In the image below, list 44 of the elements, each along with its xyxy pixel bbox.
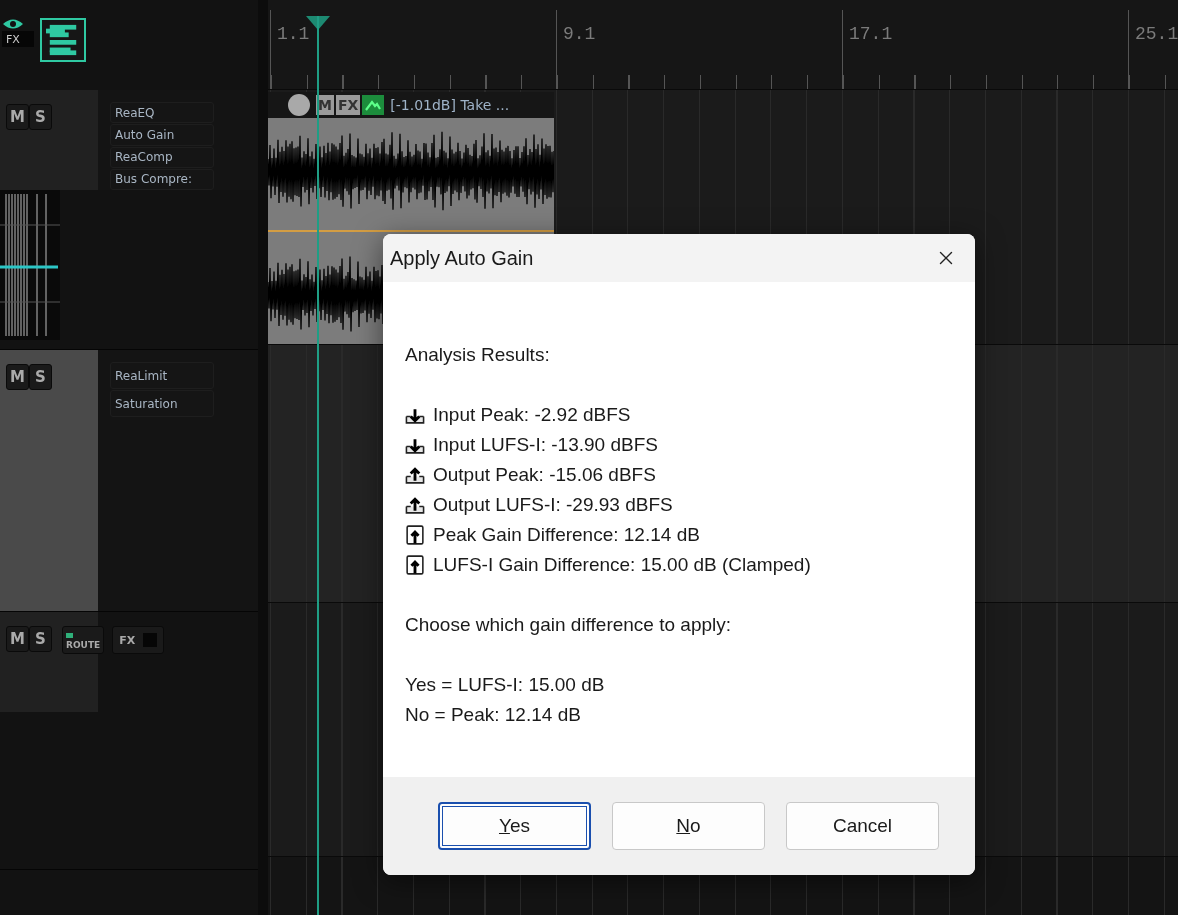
- dialog-button[interactable]: Cancel: [786, 802, 939, 850]
- fx-slot[interactable]: ReaComp: [110, 146, 214, 168]
- take-name: [-1.01dB] Take ...: [390, 96, 510, 113]
- dialog-title: Apply Auto Gain: [390, 246, 534, 270]
- item-fx-button[interactable]: FX: [335, 94, 361, 115]
- message-text: Input LUFS-I: -13.90 dBFS: [433, 434, 658, 456]
- fx-slot[interactable]: Bus Compre:: [110, 168, 214, 190]
- message-text: Output LUFS-I: -29.93 dBFS: [433, 494, 673, 516]
- arrow-box-icon: [405, 525, 425, 545]
- measure-label: 17.1: [848, 23, 894, 44]
- solo-button[interactable]: S: [29, 364, 52, 390]
- message-text: LUFS-I Gain Difference: 15.00 dB (Clamped): [433, 554, 811, 576]
- mute-button[interactable]: M: [6, 626, 29, 652]
- message-text: Yes = LUFS-I: 15.00 dB: [405, 674, 605, 696]
- envelope-icon[interactable]: [362, 94, 385, 115]
- message-text: Input Peak: -2.92 dBFS: [433, 404, 631, 426]
- dialog-button[interactable]: Yes: [438, 802, 591, 850]
- upload-icon: [405, 495, 425, 515]
- status-led: [66, 633, 73, 638]
- mute-button[interactable]: M: [6, 364, 29, 390]
- message-text: Choose which gain difference to apply:: [405, 614, 732, 636]
- message-text: Peak Gain Difference: 12.14 dB: [433, 524, 700, 546]
- message-text: Output Peak: -15.06 dBFS: [433, 464, 656, 486]
- route-button[interactable]: ROUTE: [62, 626, 105, 654]
- fx-slot[interactable]: ReaEQ: [110, 102, 214, 124]
- mute-button[interactable]: M: [6, 104, 29, 130]
- bars-icon[interactable]: [40, 18, 86, 62]
- eye-icon[interactable]: [2, 18, 24, 30]
- fx-slot[interactable]: ReaLimit: [110, 362, 214, 389]
- measure-label: 9.1: [562, 23, 597, 44]
- message-text: No = Peak: 12.14 dB: [405, 704, 581, 726]
- message-text: Analysis Results:: [405, 344, 550, 366]
- measure-label: 25.1: [1134, 23, 1178, 44]
- fx-label[interactable]: FX: [2, 31, 34, 47]
- fx-slot[interactable]: Auto Gain: [110, 124, 214, 146]
- dialog-button[interactable]: No: [612, 802, 765, 850]
- volume-knob[interactable]: [288, 93, 310, 116]
- upload-icon: [405, 465, 425, 485]
- fx-button[interactable]: FX: [112, 626, 165, 654]
- arrow-box-icon: [405, 555, 425, 575]
- solo-button[interactable]: S: [29, 104, 52, 130]
- solo-button[interactable]: S: [29, 626, 52, 652]
- measure-label: 1.1: [276, 23, 311, 44]
- fx-slot[interactable]: Saturation: [110, 390, 214, 417]
